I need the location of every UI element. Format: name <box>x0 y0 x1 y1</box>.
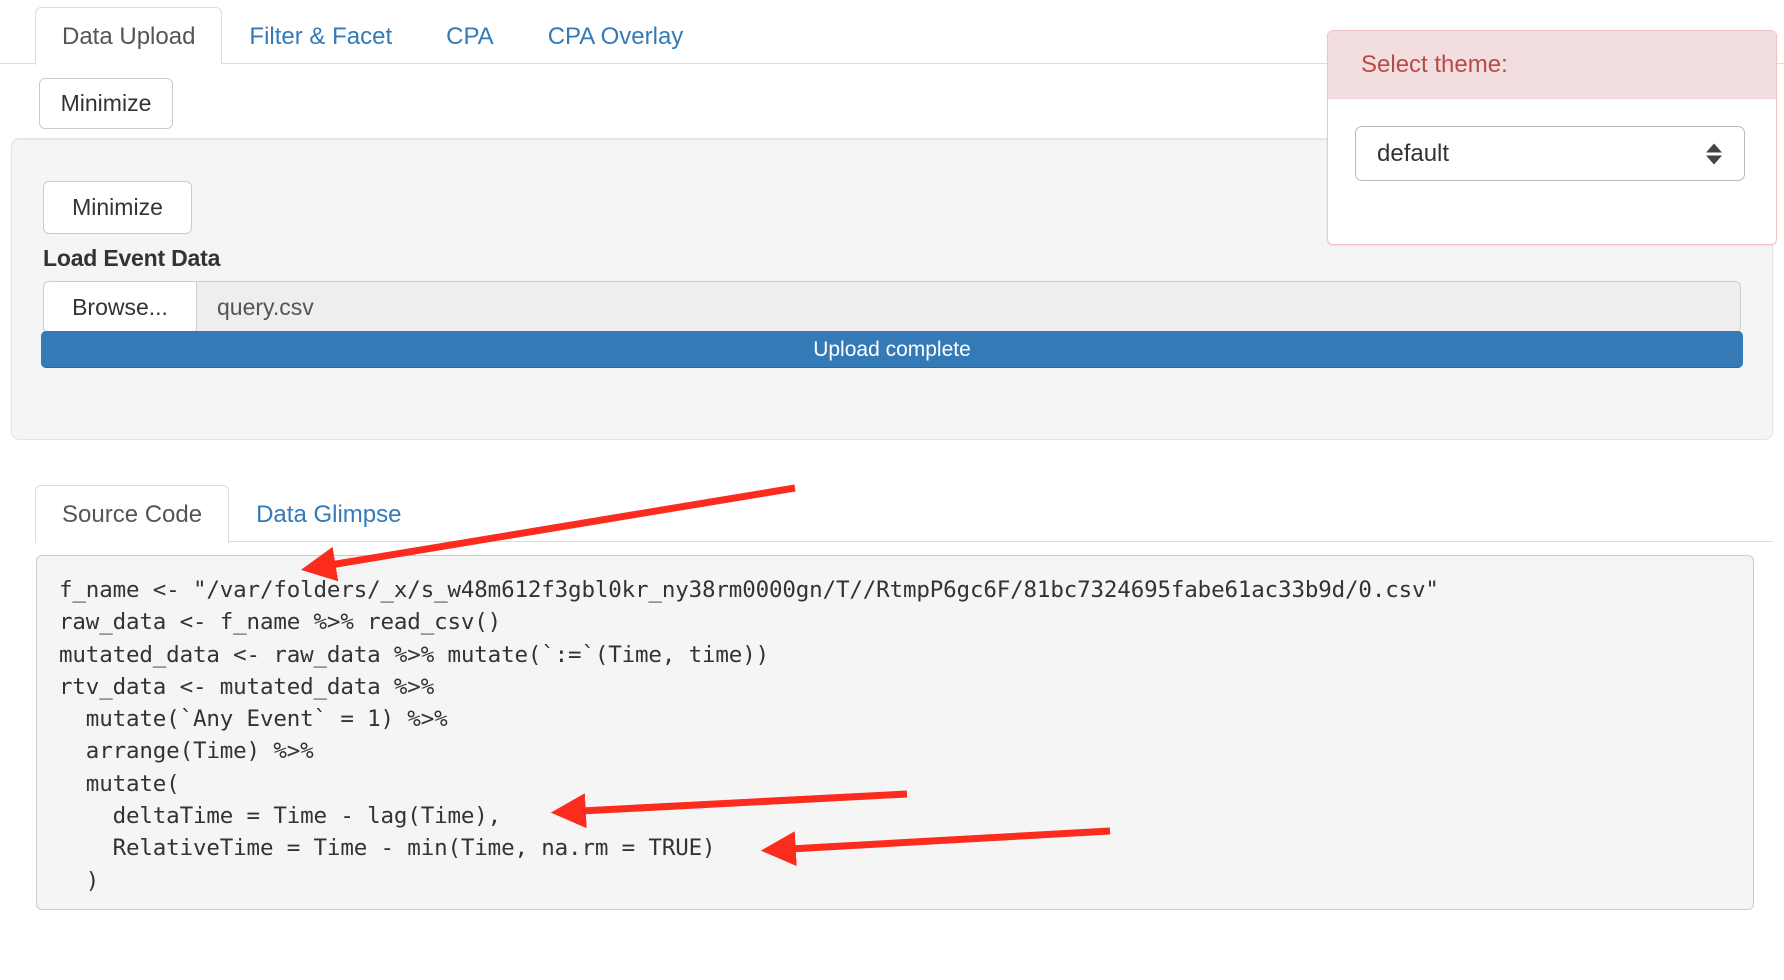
file-input-group[interactable]: Browse... query.csv <box>43 281 1741 333</box>
browse-button[interactable]: Browse... <box>44 282 197 332</box>
tab-cpa-overlay[interactable]: CPA Overlay <box>521 7 711 65</box>
theme-select-value: default <box>1377 139 1450 167</box>
code-tab-list: Source Code Data Glimpse <box>35 484 1773 543</box>
tab-data-glimpse[interactable]: Data Glimpse <box>229 485 428 543</box>
code-tab-bar: Source Code Data Glimpse <box>35 484 1773 543</box>
chevron-down-icon <box>1706 155 1722 164</box>
selected-file-name: query.csv <box>197 282 1740 332</box>
theme-panel-body: default <box>1328 99 1776 181</box>
tab-data-upload[interactable]: Data Upload <box>35 7 223 65</box>
chevron-updown-icon[interactable] <box>1706 143 1722 164</box>
source-code-text: f_name <- "/var/folders/_x/s_w48m612f3gb… <box>59 577 1439 894</box>
upload-progress-bar: Upload complete <box>41 331 1743 368</box>
upload-progress: Upload complete <box>41 331 1743 368</box>
theme-panel-header: Select theme: <box>1328 31 1776 99</box>
minimize-button-outer[interactable]: Minimize <box>39 78 173 129</box>
theme-selector-panel: Select theme: default <box>1327 30 1777 245</box>
load-event-data-label: Load Event Data <box>43 245 221 271</box>
tab-filter-facet[interactable]: Filter & Facet <box>222 7 419 65</box>
app-root: Data Upload Filter & Facet CPA CPA Overl… <box>0 0 1784 980</box>
tab-cpa[interactable]: CPA <box>419 7 521 65</box>
theme-select[interactable]: default <box>1355 126 1745 181</box>
source-code-block: f_name <- "/var/folders/_x/s_w48m612f3gb… <box>36 555 1754 910</box>
minimize-button-panel[interactable]: Minimize <box>43 181 192 234</box>
chevron-up-icon <box>1706 143 1722 152</box>
main-tab-list: Data Upload Filter & Facet CPA CPA Overl… <box>35 6 711 65</box>
tab-source-code[interactable]: Source Code <box>35 485 230 543</box>
